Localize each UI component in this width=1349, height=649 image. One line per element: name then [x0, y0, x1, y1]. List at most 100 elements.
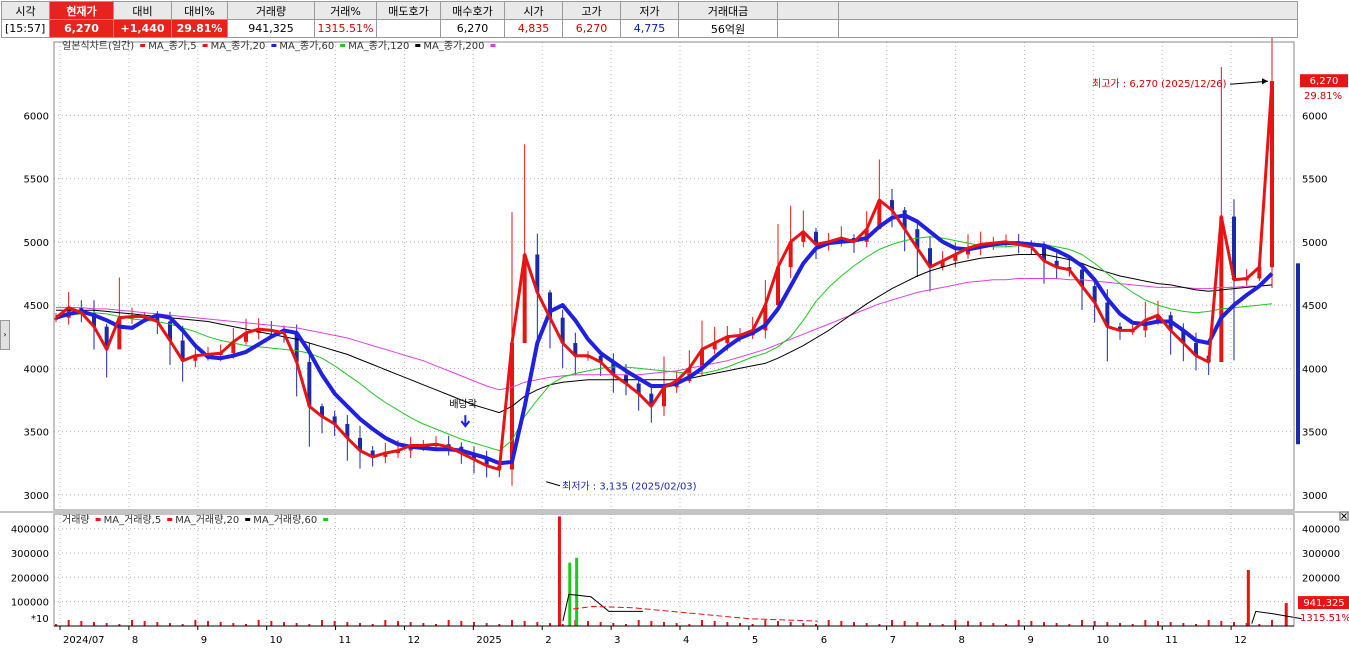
- price-legend-swatch-last: [490, 44, 496, 47]
- x-tick-label: 4: [683, 635, 689, 646]
- volume-bar: [827, 620, 830, 626]
- price-tick-right: 6000: [1302, 111, 1327, 122]
- volume-bar: [447, 620, 450, 626]
- volume-bar: [283, 622, 285, 626]
- val-ask: [376, 19, 441, 38]
- x-tick-label: 10: [270, 635, 283, 646]
- volume-bar: [967, 621, 969, 626]
- volume-bar: [979, 622, 982, 626]
- range-bar: [1296, 263, 1300, 445]
- volume-bar: [587, 621, 589, 626]
- min-price-annotation: 최저가 : 3,135 (2025/02/03): [562, 481, 697, 493]
- panel-toggle-tab[interactable]: ›: [0, 320, 10, 350]
- x-tick-label: 2025: [476, 635, 501, 646]
- volume-bar: [650, 621, 653, 626]
- hdr-high: 고가: [562, 1, 621, 20]
- volume-tick-left: 200000: [11, 573, 49, 584]
- volume-bar: [789, 622, 792, 626]
- volume-bar: [511, 620, 513, 626]
- x-tick-label: 8: [959, 635, 965, 646]
- last-volume-pct-label: 1315.51%: [1300, 613, 1349, 624]
- volume-bar: [397, 621, 399, 626]
- price-tick-left: 4000: [24, 364, 49, 375]
- volume-bar: [257, 620, 260, 626]
- volume-tick-left: 300000: [11, 549, 49, 560]
- volume-bar: [333, 621, 336, 626]
- volume-bar: [1017, 620, 1020, 626]
- hdr-turnover: 거래대금: [678, 1, 778, 20]
- volume-bar: [713, 621, 716, 626]
- volume-bar: [1043, 622, 1045, 626]
- price-tick-right: 5500: [1302, 175, 1327, 186]
- volume-bar: [1106, 622, 1109, 626]
- val-change: +1,440: [113, 19, 172, 38]
- price-tick-left: 4500: [24, 301, 49, 312]
- hdr-volume-pct: 거래%: [314, 1, 377, 20]
- chart[interactable]: 3000 3000 3500 3500 4000 4000 4500 4500 5000 5000…: [0, 38, 1349, 649]
- price-tick-right: 3500: [1302, 428, 1327, 439]
- val-open: 4,835: [504, 19, 563, 38]
- volume-bar: [1093, 621, 1096, 626]
- price-tick-left: 3500: [24, 428, 49, 439]
- volume-tick-right: 200000: [1302, 573, 1340, 584]
- volume-bar: [67, 620, 70, 626]
- volume-bar: [523, 621, 526, 626]
- hdr-spacer-1: [777, 1, 839, 20]
- val-volume-pct: 1315.51%: [314, 19, 377, 38]
- quote-value-row: [15:57] 6,270 +1,440 29.81% 941,325 1315…: [1, 19, 1298, 38]
- volume-bar: [1169, 622, 1172, 626]
- price-legend-item: MA_종가,200: [423, 40, 484, 52]
- hdr-change: 대비: [113, 1, 172, 20]
- x-tick-label: 9: [201, 635, 207, 646]
- volume-legend-swatch: [245, 518, 251, 521]
- volume-bar: [1081, 620, 1083, 626]
- val-time: [15:57]: [1, 19, 50, 38]
- x-tick-label: 7: [890, 635, 896, 646]
- volume-legend-item: MA_거래량,60: [253, 514, 317, 526]
- price-tick-left: 5500: [24, 175, 49, 186]
- hdr-open: 시가: [504, 1, 563, 20]
- volume-bar: [219, 622, 222, 626]
- val-spacer-1: [777, 19, 839, 38]
- volume-bar: [701, 620, 703, 626]
- quote-table: 시각 현재가 대비 대비% 거래량 거래% 매도호가 매수호가 시가 고가 저가…: [1, 1, 1298, 38]
- volume-bar: [599, 622, 602, 626]
- volume-bar: [207, 621, 209, 626]
- volume-tick-right: 300000: [1302, 549, 1340, 560]
- volume-legend-swatch: [167, 518, 173, 521]
- volume-bar: [916, 622, 919, 626]
- volume-spike: [575, 557, 579, 626]
- price-tick-right: 4500: [1302, 301, 1327, 312]
- x-tick-label: 5: [752, 635, 758, 646]
- volume-bar: [637, 620, 640, 626]
- hdr-volume: 거래량: [227, 1, 315, 20]
- volume-bar: [460, 621, 463, 626]
- val-bid: 6,270: [440, 19, 505, 38]
- hdr-time: 시각: [1, 1, 50, 20]
- volume-bar: [194, 620, 197, 626]
- volume-bar: [726, 622, 729, 626]
- volume-bar: [131, 620, 133, 626]
- volume-legend-swatch-last: [323, 518, 329, 521]
- volume-bar: [156, 622, 159, 626]
- volume-bar: [840, 621, 843, 626]
- price-tick-right: 3000: [1302, 491, 1327, 502]
- val-spacer-2: [838, 19, 1298, 38]
- volume-tick-left: 400000: [11, 525, 49, 536]
- volume-legend-item: MA_거래량,5: [104, 514, 162, 526]
- price-legend-item: MA_종가,60: [279, 40, 334, 52]
- volume-bar: [1157, 621, 1159, 626]
- val-high: 6,270: [562, 19, 621, 38]
- volume-bar: [80, 621, 83, 626]
- volume-bar: [1207, 620, 1210, 626]
- volume-bar: [1144, 620, 1147, 626]
- last-change-label: 29.81%: [1304, 91, 1342, 102]
- val-turnover: 56억원: [678, 19, 778, 38]
- volume-bar: [143, 621, 146, 626]
- volume-bar: [321, 620, 323, 626]
- price-legend-swatch: [340, 44, 346, 47]
- x-tick-label: 12: [407, 635, 420, 646]
- volume-legend-title: 거래량: [62, 514, 90, 526]
- volume-bar: [270, 621, 273, 626]
- price-legend-swatch: [140, 44, 146, 47]
